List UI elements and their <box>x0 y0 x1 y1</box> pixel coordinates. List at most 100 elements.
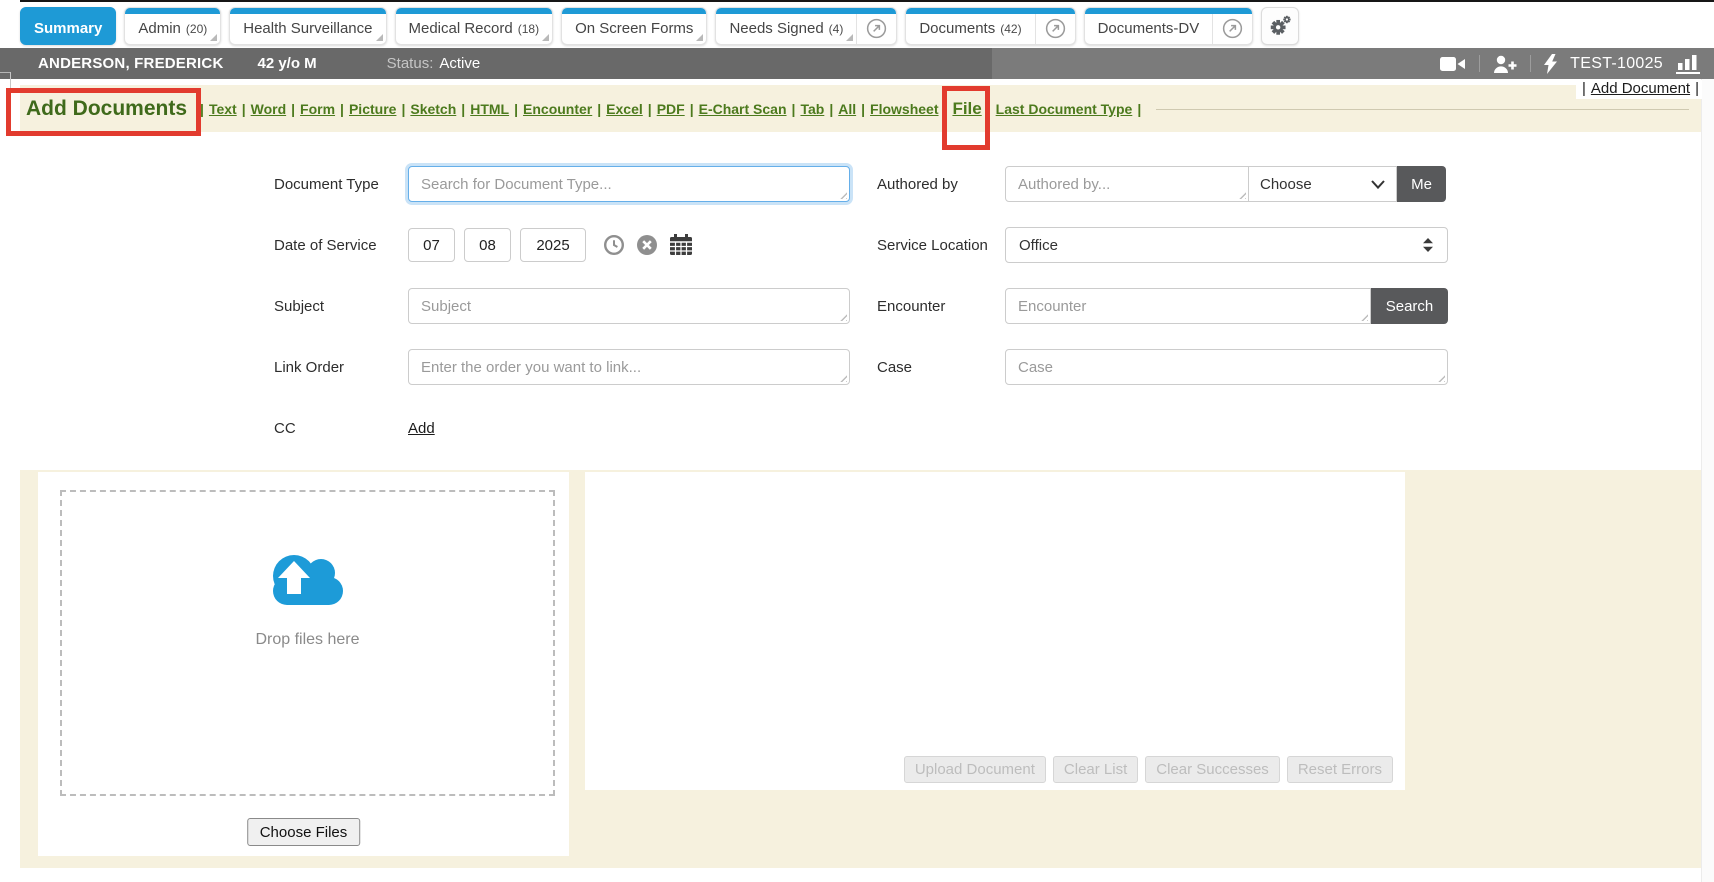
tab-admin[interactable]: Admin (20) <box>124 7 221 45</box>
doc-link-flowsheet[interactable]: Flowsheet <box>870 101 938 117</box>
doc-link-encounter[interactable]: Encounter <box>523 101 592 117</box>
clear-successes-button[interactable]: Clear Successes <box>1145 756 1280 783</box>
main-content: Add Documents | Text | Word | Form | Picture… <box>20 85 1701 868</box>
encounter-input[interactable] <box>1005 288 1371 324</box>
link-order-input-wrap <box>408 349 850 385</box>
scrollbar-track[interactable] <box>1701 79 1714 882</box>
tab-on-screen-forms[interactable]: On Screen Forms <box>561 7 707 45</box>
tab-medical-record[interactable]: Medical Record (18) <box>395 7 554 45</box>
separator: | <box>200 101 204 117</box>
chevron-down-icon <box>1371 180 1385 189</box>
case-input[interactable] <box>1005 349 1448 385</box>
tab-label: Medical Record <box>409 20 513 37</box>
doc-link-html[interactable]: HTML <box>470 101 509 117</box>
doc-link-sketch[interactable]: Sketch <box>410 101 456 117</box>
date-of-service-row: Date of Service <box>274 227 850 263</box>
patient-age-sex: 42 y/o M <box>257 55 316 72</box>
doc-link-word[interactable]: Word <box>251 101 287 117</box>
separator: | <box>648 101 652 117</box>
popout-icon[interactable] <box>857 8 896 44</box>
file-drop-card: Drop files here Choose Files <box>38 472 569 856</box>
case-input-wrap <box>1005 349 1448 385</box>
clear-date-icon[interactable] <box>636 234 658 256</box>
calendar-icon[interactable] <box>669 234 693 256</box>
separator: | <box>792 101 796 117</box>
tab-summary[interactable]: Summary <box>20 7 116 45</box>
settings-gear-button[interactable] <box>1261 7 1299 45</box>
subject-input[interactable] <box>408 288 850 324</box>
separator: | <box>690 101 694 117</box>
tab-label: Summary <box>34 20 102 37</box>
tab-label: Documents-DV <box>1098 20 1200 37</box>
tab-count: (4) <box>829 22 844 36</box>
service-location-row: Service Location Office <box>877 227 1448 263</box>
patient-status-value: Active <box>439 55 480 72</box>
tab-count: (18) <box>518 22 539 36</box>
doc-link-file[interactable]: File <box>952 99 981 118</box>
add-document-link[interactable]: Add Document <box>1591 80 1690 97</box>
upload-list-panel: Upload Document Clear List Clear Success… <box>585 472 1405 790</box>
date-day-input[interactable] <box>464 228 511 262</box>
doc-link-tab[interactable]: Tab <box>800 101 824 117</box>
me-button[interactable]: Me <box>1397 166 1446 202</box>
tab-documents-dv[interactable]: Documents-DV <box>1084 7 1254 45</box>
video-camera-icon[interactable] <box>1440 56 1466 72</box>
date-month-input[interactable] <box>408 228 455 262</box>
up-down-arrows-icon <box>1422 237 1434 253</box>
person-add-icon[interactable] <box>1493 55 1517 73</box>
authored-by-input[interactable] <box>1005 166 1249 202</box>
doc-link-picture[interactable]: Picture <box>349 101 396 117</box>
cc-label: CC <box>274 420 408 437</box>
separator: | <box>987 101 991 117</box>
page-header-row: Add Documents | Text | Word | Form | Picture… <box>20 85 1701 133</box>
bar-chart-icon[interactable] <box>1676 54 1700 74</box>
date-year-input[interactable] <box>520 228 586 262</box>
popout-icon[interactable] <box>1213 8 1252 44</box>
document-form-card: Document Type Date of Service <box>20 132 1701 470</box>
doc-link-last-document-type[interactable]: Last Document Type <box>996 101 1133 117</box>
page-title: Add Documents <box>26 97 187 121</box>
gear-icon <box>1268 15 1292 36</box>
encounter-input-wrap <box>1005 288 1371 324</box>
authored-by-label: Authored by <box>877 176 1005 193</box>
tab-health-surveillance[interactable]: Health Surveillance <box>229 7 386 45</box>
upload-document-button[interactable]: Upload Document <box>904 756 1046 783</box>
tab-count: (20) <box>186 22 207 36</box>
doc-link-excel[interactable]: Excel <box>606 101 643 117</box>
choose-files-button[interactable]: Choose Files <box>247 818 361 846</box>
tab-label: Needs Signed <box>729 20 823 37</box>
doc-link-echart-scan[interactable]: E-Chart Scan <box>699 101 787 117</box>
subject-row: Subject <box>274 288 850 324</box>
separator: | <box>1137 101 1141 117</box>
popout-icon[interactable] <box>1036 8 1075 44</box>
tab-needs-signed[interactable]: Needs Signed (4) <box>715 7 897 45</box>
separator: | <box>1582 80 1586 97</box>
service-location-select[interactable]: Office <box>1005 227 1448 263</box>
tab-documents[interactable]: Documents(42) <box>905 7 1075 45</box>
link-order-label: Link Order <box>274 359 408 376</box>
doc-link-all[interactable]: All <box>838 101 856 117</box>
authored-by-choose-select[interactable]: Choose <box>1249 166 1397 202</box>
lightning-bolt-icon[interactable] <box>1544 54 1557 74</box>
tab-label: Admin <box>138 20 181 37</box>
reset-errors-button[interactable]: Reset Errors <box>1287 756 1393 783</box>
left-gutter-line-h <box>0 72 10 73</box>
upload-actions: Upload Document Clear List Clear Success… <box>904 756 1393 783</box>
clear-list-button[interactable]: Clear List <box>1053 756 1138 783</box>
separator: | <box>340 101 344 117</box>
document-type-input[interactable] <box>408 166 850 202</box>
file-drop-zone[interactable]: Drop files here <box>60 490 555 796</box>
banner-divider <box>1479 55 1480 72</box>
cc-add-link[interactable]: Add <box>408 420 435 437</box>
patient-status-label: Status: <box>387 55 434 72</box>
doc-link-text[interactable]: Text <box>209 101 237 117</box>
link-order-input[interactable] <box>408 349 850 385</box>
separator: | <box>597 101 601 117</box>
add-documents-screen: Summary Admin (20) Health Surveillance Me… <box>0 0 1714 882</box>
doc-link-form[interactable]: Form <box>300 101 335 117</box>
doc-link-pdf[interactable]: PDF <box>657 101 685 117</box>
authored-by-row: Authored by Choose Me <box>877 166 1448 202</box>
separator: | <box>242 101 246 117</box>
encounter-search-button[interactable]: Search <box>1371 288 1448 324</box>
clock-icon[interactable] <box>603 234 625 256</box>
